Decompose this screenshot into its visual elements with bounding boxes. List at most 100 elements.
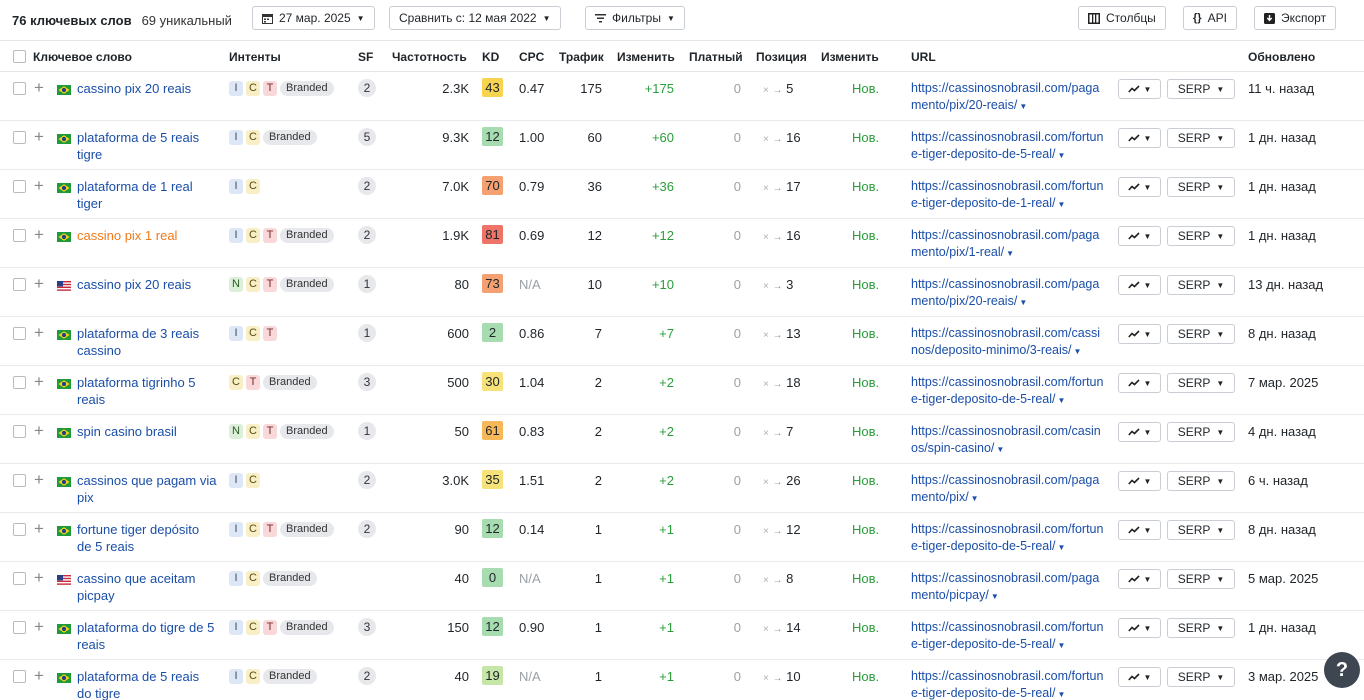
trend-button[interactable]: ▼ [1118,667,1161,687]
add-keyword-icon[interactable]: + [34,79,44,96]
url-link[interactable]: https://cassinosnobrasil.com/cassinos/de… [911,325,1106,360]
sf-badge[interactable]: 1 [358,422,376,440]
serp-button[interactable]: SERP ▼ [1167,275,1235,295]
date-picker-button[interactable]: 27 мар. 2025 ▼ [252,6,375,30]
row-checkbox[interactable] [13,425,26,438]
row-checkbox[interactable] [13,621,26,634]
sf-badge[interactable]: 2 [358,471,376,489]
trend-button[interactable]: ▼ [1118,177,1161,197]
add-keyword-icon[interactable]: + [34,324,44,341]
compare-button[interactable]: Сравнить с: 12 мая 2022 ▼ [389,6,561,30]
row-checkbox[interactable] [13,327,26,340]
add-keyword-icon[interactable]: + [34,373,44,390]
col-volume[interactable]: Частотность [392,50,467,64]
keyword-link[interactable]: plataforma de 1 real tiger [77,178,217,212]
add-keyword-icon[interactable]: + [34,667,44,684]
sf-badge[interactable]: 2 [358,520,376,538]
trend-button[interactable]: ▼ [1118,324,1161,344]
row-checkbox[interactable] [13,229,26,242]
url-link[interactable]: https://cassinosnobrasil.com/casinos/spi… [911,423,1106,458]
trend-button[interactable]: ▼ [1118,275,1161,295]
url-link[interactable]: https://cassinosnobrasil.com/fortune-tig… [911,129,1106,164]
sf-badge[interactable]: 3 [358,373,376,391]
keyword-link[interactable]: plataforma tigrinho 5 reais [77,374,217,408]
keyword-link[interactable]: cassino que aceitam picpay [77,570,217,604]
url-link[interactable]: https://cassinosnobrasil.com/pagamento/p… [911,227,1106,262]
add-keyword-icon[interactable]: + [34,128,44,145]
url-link[interactable]: https://cassinosnobrasil.com/pagamento/p… [911,80,1106,115]
columns-button[interactable]: Столбцы [1078,6,1166,30]
trend-button[interactable]: ▼ [1118,79,1161,99]
col-updated[interactable]: Обновлено [1248,50,1315,64]
keyword-link[interactable]: plataforma do tigre de 5 reais [77,619,217,653]
trend-button[interactable]: ▼ [1118,520,1161,540]
add-keyword-icon[interactable]: + [34,471,44,488]
sf-badge[interactable]: 1 [358,324,376,342]
row-checkbox[interactable] [13,670,26,683]
add-keyword-icon[interactable]: + [34,618,44,635]
add-keyword-icon[interactable]: + [34,569,44,586]
serp-button[interactable]: SERP ▼ [1167,79,1235,99]
sf-badge[interactable]: 1 [358,275,376,293]
serp-button[interactable]: SERP ▼ [1167,177,1235,197]
trend-button[interactable]: ▼ [1118,128,1161,148]
serp-button[interactable]: SERP ▼ [1167,226,1235,246]
add-keyword-icon[interactable]: + [34,422,44,439]
row-checkbox[interactable] [13,131,26,144]
keyword-link[interactable]: fortune tiger depósito de 5 reais [77,521,217,555]
row-checkbox[interactable] [13,474,26,487]
keyword-link[interactable]: cassino pix 20 reais [77,276,217,293]
url-link[interactable]: https://cassinosnobrasil.com/fortune-tig… [911,619,1106,654]
sf-badge[interactable]: 2 [358,667,376,685]
select-all-checkbox[interactable] [13,50,26,63]
row-checkbox[interactable] [13,523,26,536]
keyword-link[interactable]: cassinos que pagam via pix [77,472,217,506]
row-checkbox[interactable] [13,376,26,389]
col-traffic[interactable]: Трафик [559,50,604,64]
add-keyword-icon[interactable]: + [34,226,44,243]
row-checkbox[interactable] [13,572,26,585]
serp-button[interactable]: SERP ▼ [1167,128,1235,148]
col-position[interactable]: Позиция [756,50,807,64]
url-link[interactable]: https://cassinosnobrasil.com/fortune-tig… [911,374,1106,409]
add-keyword-icon[interactable]: + [34,177,44,194]
trend-button[interactable]: ▼ [1118,373,1161,393]
sf-badge[interactable]: 3 [358,618,376,636]
filters-button[interactable]: Фильтры ▼ [585,6,685,30]
add-keyword-icon[interactable]: + [34,520,44,537]
keyword-link[interactable]: plataforma de 5 reais do tigre [77,668,217,700]
url-link[interactable]: https://cassinosnobrasil.com/fortune-tig… [911,521,1106,556]
col-change[interactable]: Изменить [617,50,675,64]
url-link[interactable]: https://cassinosnobrasil.com/pagamento/p… [911,570,1106,605]
sf-badge[interactable]: 5 [358,128,376,146]
serp-button[interactable]: SERP ▼ [1167,373,1235,393]
url-link[interactable]: https://cassinosnobrasil.com/pagamento/p… [911,276,1106,311]
url-link[interactable]: https://cassinosnobrasil.com/pagamento/p… [911,472,1106,507]
sf-badge[interactable]: 2 [358,79,376,97]
keyword-link[interactable]: cassino pix 20 reais [77,80,217,97]
serp-button[interactable]: SERP ▼ [1167,667,1235,687]
keyword-link[interactable]: plataforma de 3 reais cassino [77,325,217,359]
row-checkbox[interactable] [13,278,26,291]
row-checkbox[interactable] [13,82,26,95]
col-keyword[interactable]: Ключевое слово [33,50,132,64]
sf-badge[interactable]: 2 [358,177,376,195]
col-cpc[interactable]: CPC [519,50,544,64]
serp-button[interactable]: SERP ▼ [1167,520,1235,540]
keyword-link[interactable]: cassino pix 1 real [77,227,217,244]
serp-button[interactable]: SERP ▼ [1167,569,1235,589]
add-keyword-icon[interactable]: + [34,275,44,292]
col-intents[interactable]: Интенты [229,50,281,64]
col-paid[interactable]: Платный [689,50,743,64]
trend-button[interactable]: ▼ [1118,618,1161,638]
export-button[interactable]: Экспорт [1254,6,1337,30]
serp-button[interactable]: SERP ▼ [1167,422,1235,442]
url-link[interactable]: https://cassinosnobrasil.com/fortune-tig… [911,668,1106,700]
trend-button[interactable]: ▼ [1118,471,1161,491]
serp-button[interactable]: SERP ▼ [1167,618,1235,638]
trend-button[interactable]: ▼ [1118,226,1161,246]
keyword-link[interactable]: spin casino brasil [77,423,217,440]
col-pos-change[interactable]: Изменить [821,50,879,64]
col-sf[interactable]: SF [358,50,373,64]
url-link[interactable]: https://cassinosnobrasil.com/fortune-tig… [911,178,1106,213]
